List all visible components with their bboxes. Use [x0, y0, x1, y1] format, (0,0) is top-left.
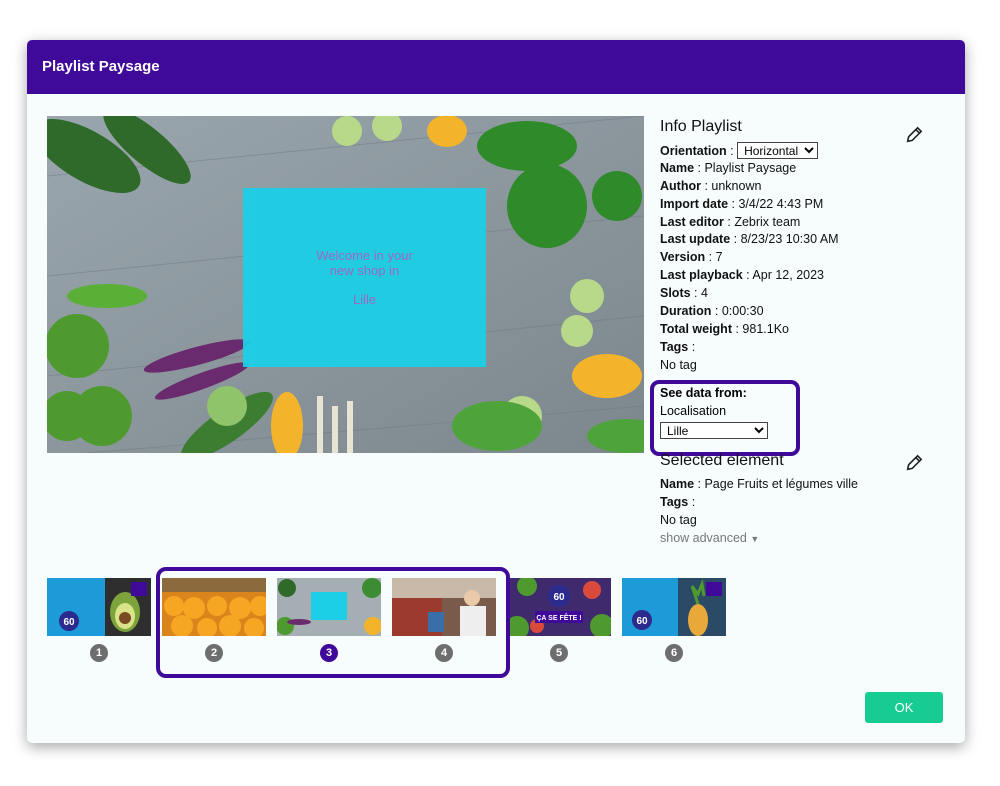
field-value: 4 — [700, 286, 708, 301]
show-advanced-label: show advanced — [660, 530, 747, 545]
localisation-select[interactable]: Lille — [660, 422, 768, 439]
playlist-modal: Playlist Paysage Welcome in your new sho… — [27, 40, 965, 743]
localisation-label: Localisation — [660, 403, 727, 418]
overlay-line-2: new shop in — [329, 263, 400, 278]
field-label: Author — [660, 178, 701, 193]
caret-down-icon: ▼ — [750, 533, 760, 544]
field-value: Zebrix team — [734, 214, 801, 229]
info-row: Version : 7 — [660, 250, 723, 265]
field-value: 7 — [715, 250, 723, 265]
thumbnail-party-text: ÇA SE FÊTE ! — [536, 613, 581, 622]
field-label: Import date — [660, 196, 729, 211]
selected-element-panel: Selected element Name : Page Fruits et l… — [660, 452, 950, 548]
slides-group-highlight — [156, 567, 510, 678]
orientation-select[interactable]: Horizontal — [737, 142, 819, 159]
info-row: Last editor : Zebrix team — [660, 214, 801, 229]
info-row: Total weight : 981.1Ko — [660, 321, 789, 336]
selected-tags-label: Tags — [660, 494, 689, 509]
field-label: Last playback — [660, 268, 743, 283]
slide-thumbnail[interactable]: 60 — [622, 578, 726, 636]
info-row: Last playback : Apr 12, 2023 — [660, 268, 825, 283]
slide-number-badge: 6 — [665, 644, 683, 662]
field-label: Last update — [660, 232, 731, 247]
slide-number-badge: 5 — [550, 644, 568, 662]
thumbnail-badge-text: 60 — [63, 617, 75, 628]
overlay-line-1: Welcome in your — [316, 248, 413, 263]
edit-selected-icon[interactable] — [905, 454, 923, 472]
modal-header: Playlist Paysage — [27, 40, 965, 94]
overlay-text-box: Welcome in your new shop in Lille — [243, 188, 486, 367]
tags-value: No tag — [660, 357, 697, 372]
field-label: Duration — [660, 304, 712, 319]
field-label: Name — [660, 160, 695, 175]
info-row: Author : unknown — [660, 178, 762, 193]
thumbnail-badge-text: 60 — [553, 592, 565, 603]
field-label: Version — [660, 250, 706, 265]
slide-number-badge: 1 — [90, 644, 108, 662]
field-value: Apr 12, 2023 — [752, 268, 825, 283]
selected-name-row: Name : Page Fruits et légumes ville — [660, 477, 859, 491]
info-playlist-panel: Info Playlist Orientation : Horizontal N… — [660, 118, 950, 375]
field-value: 0:00:30 — [721, 304, 764, 319]
selected-tags-value: No tag — [660, 512, 697, 527]
tags-row: Tags : — [660, 339, 696, 354]
field-value: unknown — [711, 178, 762, 193]
selected-name-value: Page Fruits et légumes ville — [704, 477, 859, 491]
selected-tags-row: Tags : — [660, 494, 696, 509]
field-label: Slots — [660, 286, 691, 301]
see-data-label: See data from: — [660, 386, 747, 400]
slide-preview: Welcome in your new shop in Lille — [47, 116, 644, 453]
field-label: Total weight — [660, 321, 732, 336]
selected-name-label: Name — [660, 477, 695, 491]
info-row: Duration : 0:00:30 — [660, 304, 764, 319]
show-advanced-link[interactable]: show advanced ▼ — [660, 530, 950, 548]
thumbnail-badge-text: 60 — [636, 616, 648, 627]
field-value: 981.1Ko — [742, 321, 789, 336]
field-value: Playlist Paysage — [704, 160, 797, 175]
info-fields: Name : Playlist Paysage Author : unknown… — [660, 160, 950, 339]
slide-thumbnail[interactable]: 60 ÇA SE FÊTE ! — [507, 578, 611, 636]
overlay-city: Lille — [352, 292, 377, 307]
slide-thumbnail[interactable]: 60 — [47, 578, 151, 636]
tags-label: Tags — [660, 339, 689, 354]
info-row: Slots : 4 — [660, 286, 708, 301]
field-label: Last editor — [660, 214, 724, 229]
info-row: Name : Playlist Paysage — [660, 160, 797, 175]
ok-button[interactable]: OK — [865, 692, 943, 723]
field-value: 8/23/23 10:30 AM — [740, 232, 839, 247]
see-data-panel: See data from: Localisation — [660, 385, 747, 421]
field-value: 3/4/22 4:43 PM — [738, 196, 824, 211]
orientation-label: Orientation — [660, 144, 727, 158]
info-row: Last update : 8/23/23 10:30 AM — [660, 232, 839, 247]
orientation-row: Orientation : Horizontal — [660, 142, 950, 160]
edit-info-icon[interactable] — [905, 126, 923, 144]
modal-title: Playlist Paysage — [42, 58, 160, 75]
info-row: Import date : 3/4/22 4:43 PM — [660, 196, 824, 211]
